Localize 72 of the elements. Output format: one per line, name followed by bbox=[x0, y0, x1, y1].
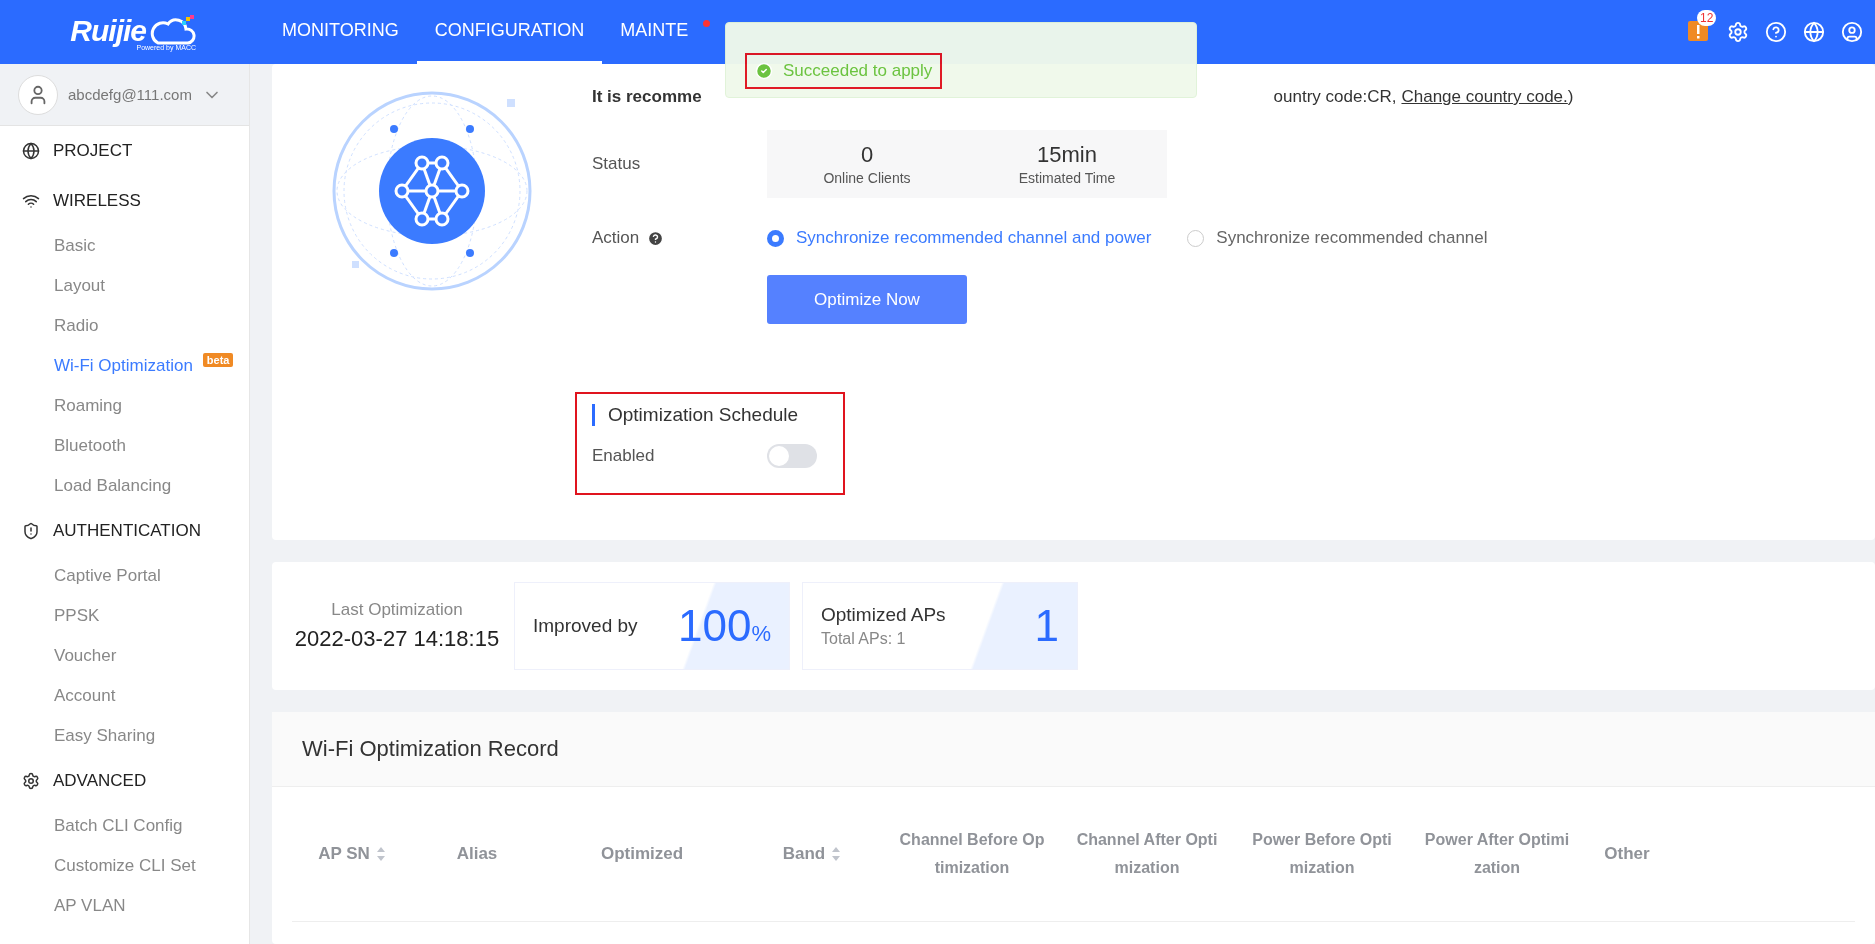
optimized-aps-value: 1 bbox=[1034, 601, 1059, 651]
improved-value: 100 bbox=[678, 601, 752, 651]
section-title: Optimization Schedule bbox=[592, 404, 828, 426]
status-label: Status bbox=[592, 154, 642, 174]
column-header: Optimized bbox=[600, 843, 684, 865]
sidebar-item[interactable]: Voucher bbox=[54, 646, 117, 666]
user-icon[interactable] bbox=[1841, 21, 1863, 43]
sidebar-item[interactable]: Captive Portal bbox=[54, 566, 161, 586]
toggle-switch[interactable] bbox=[767, 444, 817, 468]
sidebar-section[interactable]: WIRELESS bbox=[53, 191, 141, 211]
column-header: Alias bbox=[456, 843, 498, 865]
action-label: Action bbox=[592, 228, 640, 248]
column-header: Power Before Optimization bbox=[1251, 830, 1393, 878]
sidebar-item[interactable]: Easy Sharing bbox=[54, 726, 156, 746]
beta-badge: beta bbox=[202, 353, 234, 367]
country-code-text: ountry code:CR, bbox=[1273, 87, 1397, 107]
sidebar-item[interactable]: Basic bbox=[54, 236, 96, 256]
avatar bbox=[18, 74, 58, 115]
globe-icon[interactable] bbox=[1803, 21, 1825, 43]
column-header[interactable]: AP SN bbox=[318, 840, 370, 868]
column-header: Channel Before Optimization bbox=[899, 830, 1045, 878]
success-icon bbox=[755, 62, 773, 80]
column-header[interactable]: Band bbox=[782, 840, 826, 868]
enabled-label: Enabled bbox=[592, 446, 656, 466]
sidebar-section[interactable]: ADVANCED bbox=[53, 771, 147, 791]
shield-icon bbox=[22, 522, 40, 540]
alert-icon[interactable] bbox=[1687, 20, 1709, 42]
sidebar-item[interactable]: Bluetooth bbox=[54, 436, 126, 456]
toast-message: Succeeded to apply bbox=[783, 61, 933, 81]
sidebar-item[interactable]: Layout bbox=[54, 276, 106, 296]
sidebar-item[interactable]: PPSK bbox=[54, 606, 100, 626]
alert-count: 12 bbox=[1697, 10, 1717, 26]
help-icon[interactable] bbox=[1765, 21, 1787, 43]
column-header: Power After Optimization bbox=[1424, 830, 1570, 878]
sidebar-item[interactable]: Wi-Fi Optimization bbox=[54, 356, 193, 376]
settings-icon bbox=[22, 772, 40, 790]
radio-option[interactable]: Synchronize recommended channel and power bbox=[767, 228, 1152, 248]
last-optimization-time: 2022-03-27 14:18:15 bbox=[294, 626, 500, 652]
nav-tab[interactable]: MONITORING bbox=[264, 0, 417, 64]
status-caption: Estimated Time bbox=[1018, 170, 1116, 186]
change-country-link[interactable]: Change country code. bbox=[1401, 87, 1568, 107]
help-icon[interactable] bbox=[647, 229, 665, 247]
sidebar-section[interactable]: PROJECT bbox=[53, 141, 133, 161]
settings-icon[interactable] bbox=[1727, 21, 1749, 43]
column-header: Other bbox=[1604, 843, 1650, 865]
cloud-icon bbox=[150, 14, 196, 47]
sidebar-item[interactable]: Batch CLI Config bbox=[54, 816, 183, 836]
status-caption: Online Clients bbox=[823, 170, 911, 186]
optimize-now-button[interactable]: Optimize Now bbox=[767, 275, 967, 324]
wifi-icon bbox=[22, 192, 40, 210]
column-header: Channel After Optimization bbox=[1075, 830, 1219, 878]
improved-label: Improved by bbox=[533, 615, 638, 637]
sidebar-item[interactable]: Load Balancing bbox=[54, 476, 172, 496]
sidebar-item[interactable]: Customize CLI Set bbox=[54, 856, 196, 876]
nav-tab[interactable]: MAINTE bbox=[602, 0, 707, 64]
total-aps-text: Total APs: 1 bbox=[821, 630, 907, 648]
last-optimization-label: Last Optimization bbox=[331, 600, 463, 620]
record-title: Wi-Fi Optimization Record bbox=[302, 736, 559, 762]
sidebar-item[interactable]: Roaming bbox=[54, 396, 123, 416]
sidebar-item[interactable]: AP VLAN bbox=[54, 896, 126, 916]
sidebar-item[interactable]: Radio bbox=[54, 316, 99, 336]
status-value: 15min bbox=[1037, 142, 1097, 168]
sidebar-section[interactable]: AUTHENTICATION bbox=[53, 521, 201, 541]
radio-option[interactable]: Synchronize recommended channel bbox=[1187, 228, 1488, 248]
percent-unit: % bbox=[751, 621, 771, 647]
optimized-aps-label: Optimized APs bbox=[821, 604, 946, 626]
globe-icon bbox=[22, 142, 40, 160]
recommendation-text: It is recomme bbox=[592, 87, 702, 107]
status-value: 0 bbox=[860, 142, 874, 168]
user-email[interactable]: abcdefg@111.com bbox=[68, 86, 192, 103]
closing-paren: ) bbox=[1567, 87, 1574, 107]
sidebar-item[interactable]: Account bbox=[54, 686, 116, 706]
